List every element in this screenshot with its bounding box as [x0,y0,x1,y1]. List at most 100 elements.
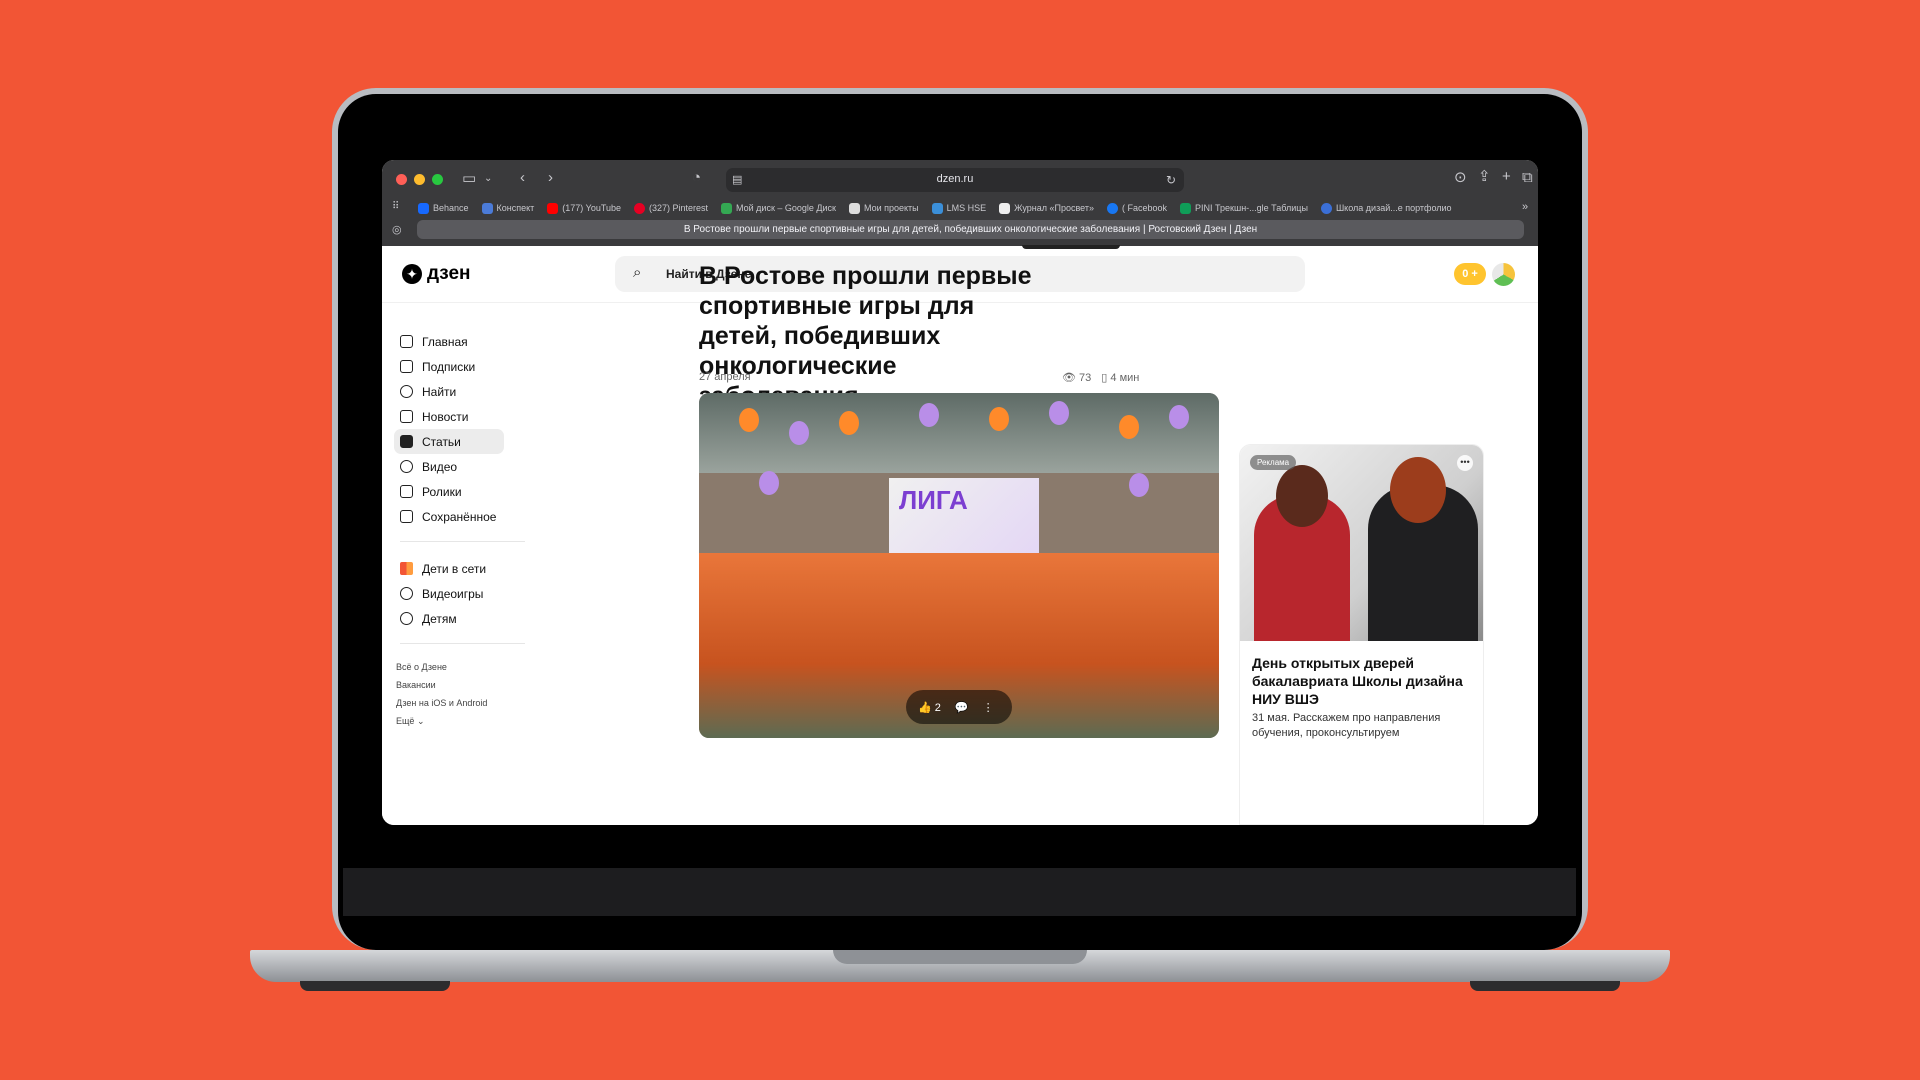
search-icon: ⌕ [633,264,642,281]
sidebar-item-kids-online[interactable]: Дети в сети [394,556,504,581]
sidebar-nav: Главная Подписки Найти Новости Статьи Ви… [394,329,525,730]
back-arrow-icon[interactable]: ‹ [520,169,525,187]
coins-badge[interactable]: 0 + [1454,263,1486,285]
article-actions-bar: 👍 2 💬 ⋮ [906,690,1012,724]
comment-button[interactable]: 💬 [955,701,969,714]
balloon [989,407,1009,431]
balloon [1119,415,1139,439]
subscriptions-icon [400,360,413,373]
search-icon [400,385,413,398]
balloon [759,471,779,495]
minimize-window-button[interactable] [414,174,425,185]
laptop-foot-right [1470,981,1620,991]
journal-icon [999,202,1011,214]
bear-icon [400,612,413,625]
sidebar-item-video[interactable]: Видео [394,454,504,479]
bookmark-item[interactable]: Behance [418,202,469,214]
comment-icon: 💬 [954,701,969,714]
share-icon[interactable]: ⇪ [1478,168,1491,186]
forward-arrow-icon[interactable]: › [548,169,553,187]
footer-link-apps[interactable]: Дзен на iOS и Android [394,694,504,712]
bookmark-item[interactable]: PINI Трекшн-...gle Таблицы [1180,202,1308,214]
like-button[interactable]: 👍 2 [918,701,941,714]
eye-icon: 👁 [1062,372,1076,384]
facebook-icon [1107,202,1118,214]
lms-icon [931,202,943,214]
bookmark-item[interactable]: Мой диск – Google Диск [721,202,836,214]
download-icon[interactable]: ⊙ [1454,169,1467,187]
ad-title[interactable]: День открытых дверей бакалавриата Школы … [1252,654,1477,708]
article-stats: 👁 73 ▯ 4 мин [1062,371,1139,384]
more-button[interactable]: ⋮ [983,701,994,714]
new-tab-icon[interactable]: + [1502,168,1511,186]
avatar[interactable] [1492,263,1515,286]
sidebar-item-articles[interactable]: Статьи [394,429,504,454]
chevron-down-icon[interactable]: ⌄ [484,170,492,188]
web-page: ✦ дзен ⌕ Найти в Дзене 0 + Главная Подпи… [382,245,1538,825]
sidebar-item-kids[interactable]: Детям [394,606,504,631]
footer-link-more[interactable]: Ещё ⌄ [394,712,504,730]
extension-icon[interactable]: ◔ [692,169,701,187]
behance-icon [418,202,429,214]
sidebar-item-search[interactable]: Найти [394,379,504,404]
apps-grid-icon[interactable]: ⠿ [392,198,399,216]
bookmark-item[interactable]: Журнал «Просвет» [999,202,1094,214]
bookmark-item[interactable]: (177) YouTube [547,202,621,214]
bookmark-item[interactable]: Мои проекты [848,202,919,214]
ad-description: 31 мая. Расскажем про направления обучен… [1252,712,1441,739]
school-icon [1320,202,1332,214]
bookmark-item[interactable]: (327) Pinterest [634,202,708,214]
address-bar[interactable]: ▤ dzen.ru ↻ [726,168,1184,192]
balloon [839,411,859,435]
browser-chrome: ▭ ⌄ ‹ › ◔ ▤ dzen.ru ↻ ⊙ ⇪ + ⧉ ⠿ Behance … [382,160,1538,246]
bookmark-item[interactable]: Конспект [481,202,534,214]
bookmark-item[interactable]: Школа дизай...е портфолио [1320,202,1452,214]
views-counter: 👁 73 [1062,372,1092,384]
bookmarks-overflow-icon[interactable]: » [1522,198,1528,216]
sidebar-item-news[interactable]: Новости [394,404,504,429]
logo-text: дзен [427,263,471,284]
sidebar-item-videogames[interactable]: Видеоигры [394,581,504,606]
sidebar-item-home[interactable]: Главная [394,329,504,354]
tab-overview-icon[interactable]: ⧉ [1522,169,1533,187]
hero-stage-text: ЛИГА [899,485,968,515]
balloon [739,408,759,432]
footer-link-jobs[interactable]: Вакансии [394,676,504,694]
ad-card[interactable]: Реклама ••• День открытых дверей бакалав… [1239,444,1484,825]
laptop-opening-notch [833,950,1087,964]
tab-group-icon[interactable]: ◎ [392,221,402,239]
read-time: ▯ 4 мин [1101,372,1140,384]
tab-title: В Ростове прошли первые спортивные игры … [683,224,1258,235]
video-icon [400,460,413,473]
shorts-icon [400,485,413,498]
home-icon [400,335,413,348]
sidebar-item-shorts[interactable]: Ролики [394,479,504,504]
note-icon [481,202,493,214]
ad-photo-head [1390,457,1446,523]
sidebar-item-saved[interactable]: Сохранённое [394,504,504,529]
maximize-window-button[interactable] [432,174,443,185]
reload-icon[interactable]: ↻ [1166,171,1176,189]
articles-icon [400,435,413,448]
book-icon: ▯ [1101,372,1108,384]
bookmark-item[interactable]: LMS HSE [931,202,986,214]
bookmark-item[interactable]: ( Facebook [1107,202,1167,214]
sidebar-item-subscriptions[interactable]: Подписки [394,354,504,379]
sidebar-divider [400,541,525,542]
bookmark-icon [400,510,413,523]
kids-online-icon [400,562,413,575]
ad-more-button[interactable]: ••• [1457,455,1473,471]
ad-badge: Реклама [1250,455,1297,470]
projects-icon [848,202,860,214]
youtube-icon [547,202,559,214]
screen-bottom-area [343,868,1576,916]
chevron-down-icon: ⌄ [416,716,425,726]
sidebar-toggle-icon[interactable]: ▭ [462,170,476,188]
active-tab[interactable]: В Ростове прошли первые спортивные игры … [417,220,1524,239]
article-hero-image: ЛИГА 👍 2 💬 ⋮ [699,393,1219,738]
close-window-button[interactable] [396,174,407,185]
balloon [789,421,809,445]
footer-link-about[interactable]: Всё о Дзене [394,658,504,676]
dzen-logo[interactable]: ✦ дзен [402,263,471,285]
balloon [1129,473,1149,497]
